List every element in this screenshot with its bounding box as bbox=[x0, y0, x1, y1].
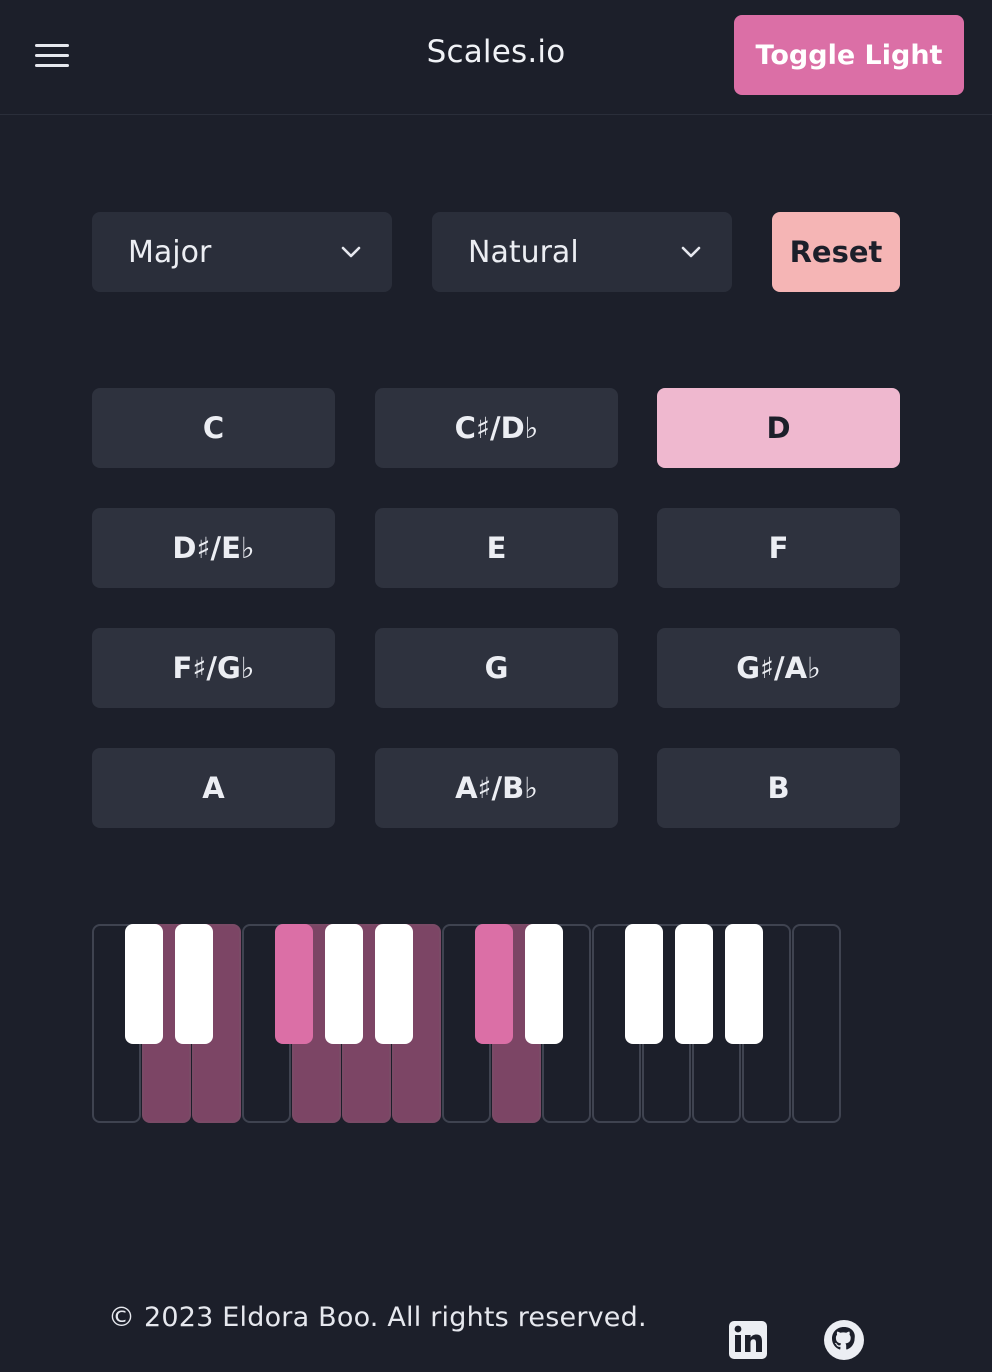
key-button-a[interactable]: A bbox=[92, 748, 335, 828]
toggle-light-button[interactable]: Toggle Light bbox=[734, 15, 964, 95]
key-button-e[interactable]: E bbox=[375, 508, 618, 588]
scale-mode-select[interactable]: Natural bbox=[432, 212, 732, 292]
chevron-down-icon bbox=[681, 246, 701, 258]
copyright-text: © 2023 Eldora Boo. All rights reserved. bbox=[108, 1302, 647, 1333]
linkedin-icon[interactable] bbox=[726, 1318, 770, 1362]
piano-black-key[interactable] bbox=[675, 924, 713, 1044]
scale-type-value: Major bbox=[128, 234, 212, 270]
piano-black-key[interactable] bbox=[125, 924, 163, 1044]
key-button-g-sharp[interactable]: G♯/A♭ bbox=[657, 628, 900, 708]
key-button-c[interactable]: C bbox=[92, 388, 335, 468]
piano-black-key[interactable] bbox=[625, 924, 663, 1044]
chevron-down-icon bbox=[341, 246, 361, 258]
top-navbar: Scales.io Toggle Light bbox=[0, 0, 992, 115]
scale-mode-value: Natural bbox=[468, 234, 579, 270]
piano-black-key[interactable] bbox=[375, 924, 413, 1044]
reset-button[interactable]: Reset bbox=[772, 212, 900, 292]
piano-black-key[interactable] bbox=[525, 924, 563, 1044]
piano-black-key[interactable] bbox=[175, 924, 213, 1044]
piano-black-key[interactable] bbox=[725, 924, 763, 1044]
key-button-d-sharp[interactable]: D♯/E♭ bbox=[92, 508, 335, 588]
piano-white-key[interactable] bbox=[792, 924, 841, 1123]
piano-keyboard bbox=[92, 924, 844, 1124]
key-button-f-sharp[interactable]: F♯/G♭ bbox=[92, 628, 335, 708]
piano-black-key-highlighted[interactable] bbox=[275, 924, 313, 1044]
key-button-a-sharp[interactable]: A♯/B♭ bbox=[375, 748, 618, 828]
key-button-b[interactable]: B bbox=[657, 748, 900, 828]
github-icon[interactable] bbox=[822, 1318, 866, 1362]
key-button-c-sharp[interactable]: C♯/D♭ bbox=[375, 388, 618, 468]
scale-type-select[interactable]: Major bbox=[92, 212, 392, 292]
piano-black-key[interactable] bbox=[325, 924, 363, 1044]
key-button-d[interactable]: D bbox=[657, 388, 900, 468]
key-button-f[interactable]: F bbox=[657, 508, 900, 588]
piano-black-key-highlighted[interactable] bbox=[475, 924, 513, 1044]
page: Scales.io Toggle Light Major Natural Res… bbox=[0, 0, 992, 1372]
key-button-g[interactable]: G bbox=[375, 628, 618, 708]
